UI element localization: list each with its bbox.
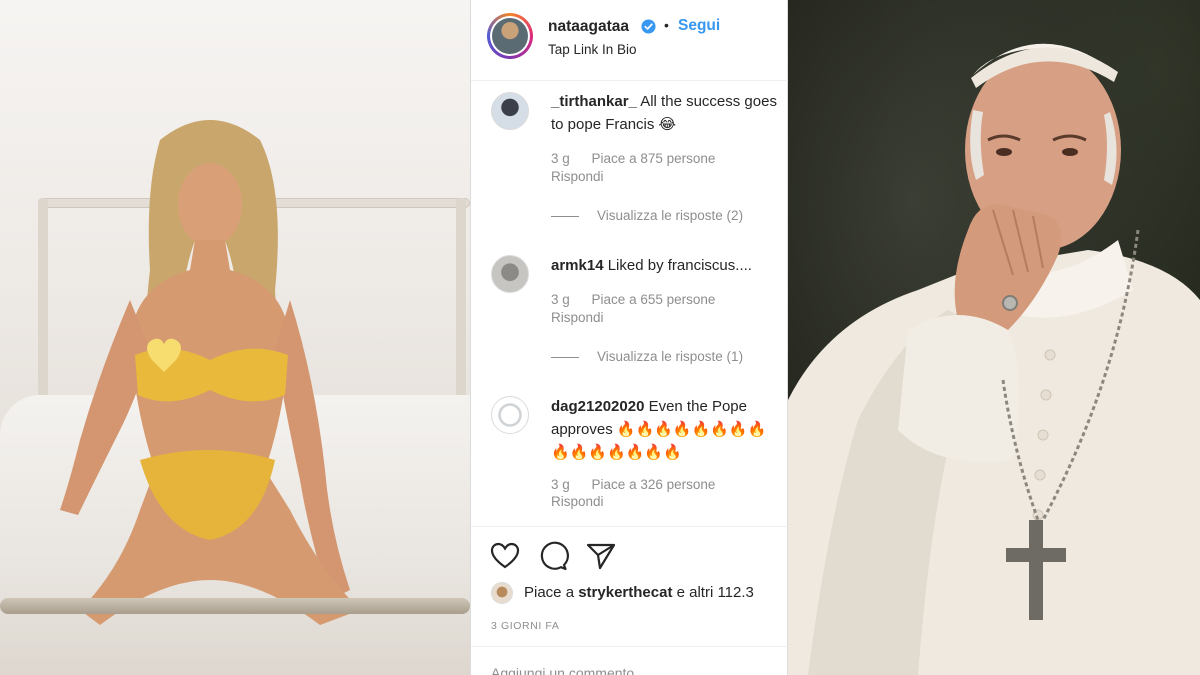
comment-avatar[interactable] — [491, 396, 529, 434]
view-replies-label: Visualizza le risposte (1) — [597, 349, 744, 364]
comment-bubble-icon[interactable] — [537, 540, 569, 572]
bed-post-left — [38, 198, 48, 398]
pope-figure — [788, 43, 1200, 675]
post-header: nataagataa • Segui Tap Link In Bio — [471, 0, 789, 81]
view-replies-button[interactable]: Visualizza le risposte (2) — [551, 208, 743, 223]
bed-front-rail — [0, 598, 470, 614]
comment-meta: 3 g Piace a 875 persone — [551, 151, 715, 166]
post-subtitle: Tap Link In Bio — [548, 42, 637, 57]
reply-button[interactable]: Rispondi — [551, 310, 604, 325]
view-replies-button[interactable]: Visualizza le risposte (1) — [551, 349, 743, 364]
reply-button[interactable]: Rispondi — [551, 494, 604, 509]
model-figure — [60, 120, 360, 625]
comment-likes[interactable]: Piace a 875 persone — [592, 151, 716, 166]
liked-by-avatar[interactable] — [491, 582, 513, 604]
heart-icon[interactable] — [489, 540, 521, 572]
add-comment-input[interactable]: Aggiungi un commento... — [491, 665, 646, 675]
separator-dot: • — [664, 17, 669, 33]
comment-text: Liked by franciscus.... — [607, 257, 752, 274]
follow-button[interactable]: Segui — [678, 17, 720, 35]
comment-avatar[interactable] — [491, 255, 529, 293]
post-username[interactable]: nataagataa — [548, 18, 629, 36]
comment-username[interactable]: dag21202020 — [551, 398, 644, 415]
actions-divider — [471, 526, 789, 527]
liked-by-text[interactable]: Piace a strykerthecat e altri 112.3 — [524, 584, 754, 601]
comment-text-block: armk14 Liked by franciscus.... — [551, 254, 783, 277]
comment-age: 3 g — [551, 151, 570, 166]
liked-by-suffix: e altri 112.3 — [676, 584, 754, 601]
comment-avatar[interactable] — [491, 92, 529, 130]
comment-username[interactable]: _tirthankar_ — [551, 93, 637, 110]
liked-by-user[interactable]: strykerthecat — [578, 584, 672, 601]
reply-button[interactable]: Rispondi — [551, 169, 604, 184]
right-photo-pope — [788, 0, 1200, 675]
comment-age: 3 g — [551, 292, 570, 307]
instagram-post-panel: nataagataa • Segui Tap Link In Bio _tirt… — [470, 0, 789, 675]
comment-meta: 3 g Piace a 326 persone — [551, 477, 715, 492]
liked-by-row: Piace a strykerthecat e altri 112.3 — [491, 582, 789, 606]
post-date: 3 GIORNI FA — [491, 620, 560, 632]
left-photo-model — [0, 0, 470, 675]
profile-avatar[interactable] — [487, 13, 533, 59]
comment-age: 3 g — [551, 477, 570, 492]
comment-username[interactable]: armk14 — [551, 257, 604, 274]
comment-likes[interactable]: Piace a 655 persone — [592, 292, 716, 307]
paper-plane-icon[interactable] — [585, 540, 617, 572]
comment-text-block: _tirthankar_ All the success goes to pop… — [551, 90, 783, 136]
comment-meta: 3 g Piace a 655 persone — [551, 292, 715, 307]
view-replies-label: Visualizza le risposte (2) — [597, 208, 744, 223]
liked-by-prefix: Piace a — [524, 584, 575, 601]
comment-input-divider — [471, 646, 789, 647]
verified-badge-icon — [641, 19, 656, 34]
bed-post-right — [456, 198, 466, 418]
comment-likes[interactable]: Piace a 326 persone — [592, 477, 716, 492]
comment-text-block: dag21202020 Even the Pope approves 🔥🔥🔥🔥🔥… — [551, 395, 783, 464]
